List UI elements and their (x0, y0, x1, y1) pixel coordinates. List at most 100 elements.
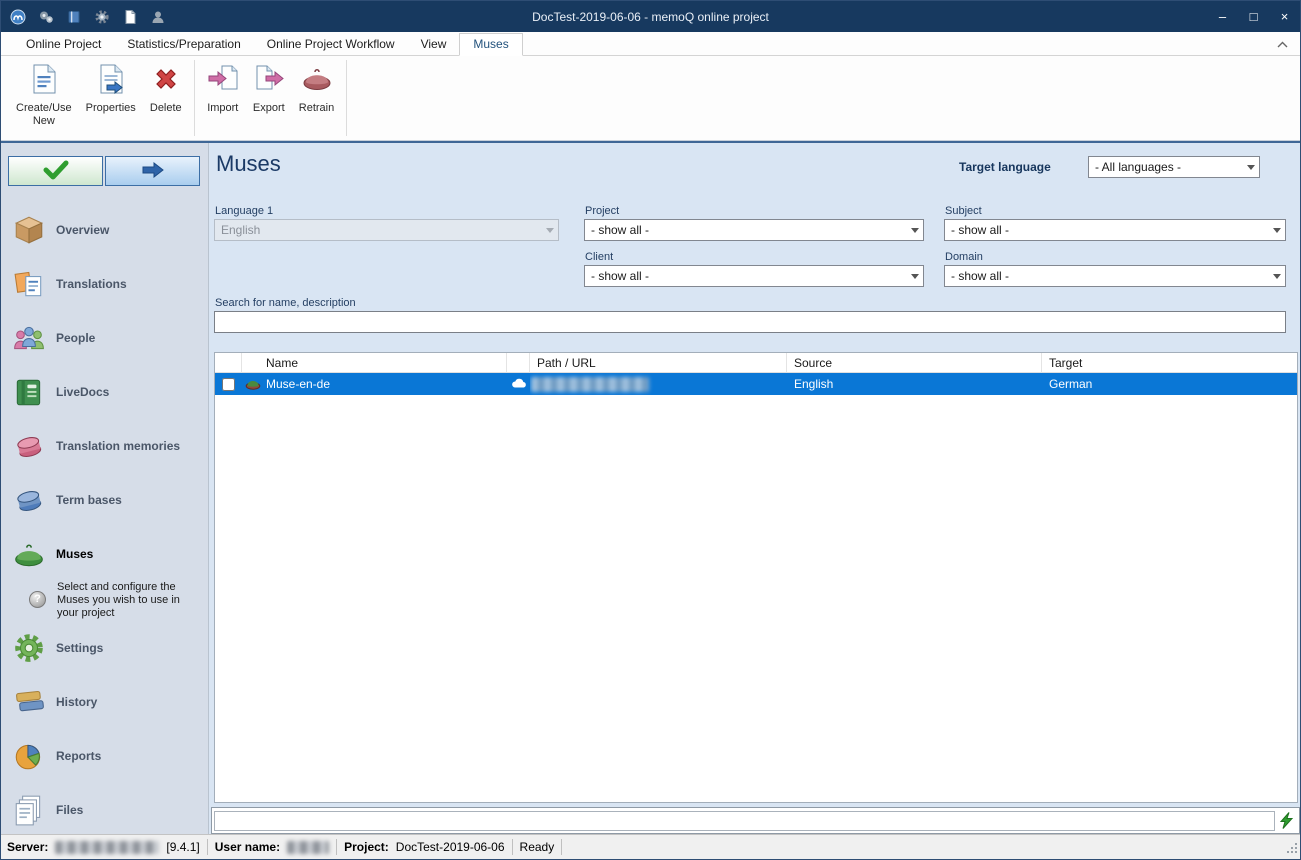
redacted-path (531, 377, 649, 392)
column-header-target[interactable]: Target (1042, 353, 1297, 373)
muses-description-text: Select and configure the Muses you wish … (57, 581, 180, 619)
close-button[interactable]: × (1269, 1, 1300, 32)
arrow-right-icon (141, 162, 165, 181)
chevron-down-icon (541, 220, 558, 240)
project-label: Project: (344, 840, 389, 854)
project-filter-label: Project (585, 205, 619, 217)
chevron-down-icon (1242, 157, 1259, 177)
delete-button[interactable]: Delete (143, 59, 189, 117)
minimize-button[interactable]: – (1207, 1, 1238, 32)
history-icon (11, 684, 47, 720)
sidebar-item-muses[interactable]: Muses (1, 527, 208, 581)
statusbar-separator (336, 839, 337, 855)
create-use-new-button[interactable]: Create/Use New (9, 59, 79, 130)
statusbar-separator (207, 839, 208, 855)
sidebar-item-overview[interactable]: Overview (1, 203, 208, 257)
book-icon[interactable] (66, 9, 82, 25)
muse-source: English (787, 373, 1042, 395)
retrain-button[interactable]: Retrain (292, 59, 341, 117)
ribbon: Create/Use New Properties Delete Import (1, 56, 1300, 141)
tab-online-project-workflow[interactable]: Online Project Workflow (254, 34, 408, 55)
create-use-new-icon (28, 63, 60, 98)
redacted-server-name (55, 841, 159, 854)
project-filter-combobox[interactable]: - show all - (584, 219, 924, 241)
column-header-source[interactable]: Source (787, 353, 1042, 373)
resize-grip[interactable] (1285, 841, 1299, 858)
memoq-logo-icon[interactable] (10, 9, 26, 25)
window-title: DocTest-2019-06-06 - memoQ online projec… (1, 10, 1300, 24)
retrain-icon (301, 63, 333, 98)
export-icon (253, 63, 285, 98)
translation-memories-icon (11, 428, 47, 464)
user-icon[interactable] (150, 9, 166, 25)
delete-icon (150, 63, 182, 98)
sidebar-item-translations[interactable]: Translations (1, 257, 208, 311)
redacted-user-name (287, 841, 329, 854)
search-input[interactable] (214, 311, 1286, 333)
subject-filter-label: Subject (945, 205, 982, 217)
chevron-down-icon (906, 220, 923, 240)
chevron-down-icon (1268, 220, 1285, 240)
subject-filter-combobox[interactable]: - show all - (944, 219, 1286, 241)
row-checkbox[interactable] (222, 378, 235, 391)
sidebar-item-settings[interactable]: Settings (1, 621, 208, 675)
gears-icon[interactable] (38, 9, 54, 25)
sidebar-item-history[interactable]: History (1, 675, 208, 729)
properties-button[interactable]: Properties (79, 59, 143, 117)
domain-filter-label: Domain (945, 251, 983, 263)
tab-statistics-preparation[interactable]: Statistics/Preparation (114, 34, 253, 55)
column-header-name[interactable]: Name (242, 353, 507, 373)
column-header-path[interactable]: Path / URL (530, 353, 787, 373)
activity-indicator-icon (1275, 812, 1297, 829)
maximize-button[interactable]: □ (1238, 1, 1269, 32)
main-pane: Muses Target language - All languages - … (209, 143, 1300, 834)
files-icon (11, 792, 47, 828)
reports-icon (11, 738, 47, 774)
sidebar-item-term-bases[interactable]: Term bases (1, 473, 208, 527)
ribbon-tab-bar: Online Project Statistics/Preparation On… (1, 32, 1300, 56)
sidebar-item-translation-memories[interactable]: Translation memories (1, 419, 208, 473)
status-text: Ready (520, 840, 555, 854)
client-filter-label: Client (585, 251, 613, 263)
overview-icon (11, 212, 47, 248)
project-value: DocTest-2019-06-06 (396, 840, 505, 854)
language1-combobox: English (214, 219, 559, 241)
table-row[interactable]: Muse-en-de English German (215, 373, 1297, 395)
navigate-button[interactable] (105, 156, 200, 186)
checkmark-icon (43, 160, 69, 183)
tab-view[interactable]: View (408, 34, 460, 55)
sidebar: Overview Translations People (1, 143, 209, 834)
target-language-combobox[interactable]: - All languages - (1088, 156, 1260, 178)
domain-filter-combobox[interactable]: - show all - (944, 265, 1286, 287)
chevron-down-icon (1268, 266, 1285, 286)
quick-access-toolbar (1, 9, 166, 25)
bottom-strip (211, 807, 1300, 834)
bottom-strip-input[interactable] (214, 811, 1275, 831)
confirm-button[interactable] (8, 156, 103, 186)
export-button[interactable]: Export (246, 59, 292, 117)
chevron-down-icon (906, 266, 923, 286)
content: Overview Translations People (1, 141, 1300, 834)
settings-icon (11, 630, 47, 666)
tab-online-project[interactable]: Online Project (13, 34, 114, 55)
client-filter-combobox[interactable]: - show all - (584, 265, 924, 287)
gear-icon[interactable] (94, 9, 110, 25)
sidebar-item-files[interactable]: Files (1, 783, 208, 834)
import-button[interactable]: Import (200, 59, 246, 117)
help-icon: ? (29, 591, 46, 608)
server-version: [9.4.1] (166, 840, 199, 854)
statusbar-separator (561, 839, 562, 855)
statusbar: Server: [9.4.1] User name: Project: DocT… (1, 834, 1300, 859)
server-label: Server: (7, 840, 48, 854)
sidebar-item-livedocs[interactable]: LiveDocs (1, 365, 208, 419)
document-icon[interactable] (122, 9, 138, 25)
language1-label: Language 1 (215, 205, 273, 217)
tab-muses[interactable]: Muses (459, 33, 522, 56)
collapse-ribbon-icon[interactable] (1277, 37, 1288, 51)
titlebar: DocTest-2019-06-06 - memoQ online projec… (1, 1, 1300, 32)
muses-icon (11, 536, 47, 572)
sidebar-item-reports[interactable]: Reports (1, 729, 208, 783)
sidebar-item-people[interactable]: People (1, 311, 208, 365)
livedocs-icon (11, 374, 47, 410)
target-language-label: Target language (959, 160, 1051, 174)
